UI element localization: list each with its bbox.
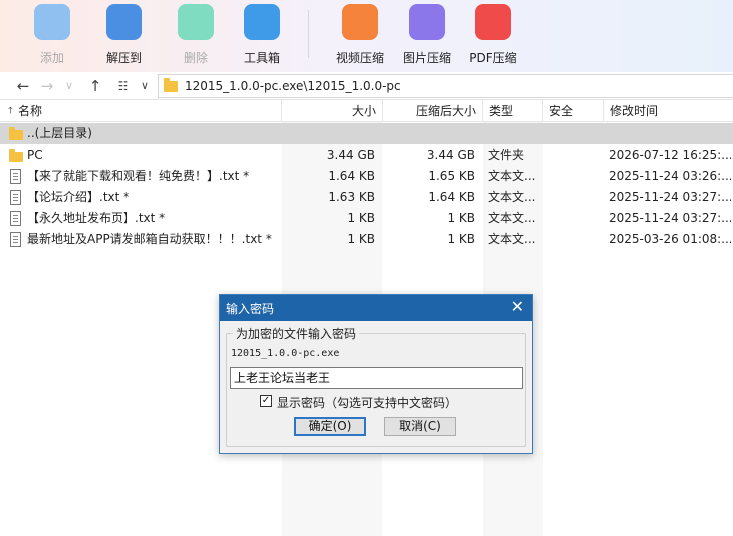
text-file-icon [10,169,21,184]
path-text: 12015_1.0.0-pc.exe\12015_1.0.0-pc [185,79,401,93]
file-packed-size: 1.65 KB [428,169,475,183]
file-modified: 2026-07-12 16:25:... [609,148,731,162]
toolbar-separator [308,10,309,58]
forward-arrow-icon[interactable]: → [38,76,56,96]
add-button[interactable]: 添加 [18,0,86,72]
file-packed-size: 3.44 GB [426,148,475,162]
table-row[interactable]: 【来了就能下载和观看！纯免费！】.txt * 1.64 KB 1.65 KB 文… [0,166,733,187]
image-compress-button[interactable]: 图片压缩 [393,0,461,72]
file-type: 文本文... [488,232,536,246]
video-compress-button[interactable]: 视频压缩 [326,0,394,72]
file-modified: 2025-11-24 03:27:... [609,190,731,204]
file-size: 1.64 KB [328,169,375,183]
table-row[interactable]: 【永久地址发布页】.txt * 1 KB 1 KB 文本文... 2025-11… [0,208,733,229]
image-compress-icon [409,4,445,40]
video-compress-icon [342,4,378,40]
table-row[interactable]: PC 3.44 GB 3.44 GB 文件夹 2026-07-12 16:25:… [0,145,733,166]
file-packed-size: 1.64 KB [428,190,475,204]
file-modified: 2025-11-24 03:26:... [609,169,731,183]
file-name: 【永久地址发布页】.txt * [27,211,166,225]
back-arrow-icon[interactable]: ← [14,76,32,96]
show-password-label[interactable]: 显示密码（勾选可支持中文密码） [277,394,457,411]
view-mode-icon[interactable]: ☷ [114,76,132,96]
dialog-title-bar[interactable]: 输入密码 ✕ [220,295,532,321]
file-name: 【论坛介绍】.txt * [27,190,130,204]
file-name: 【来了就能下载和观看！纯免费！】.txt * [27,169,250,183]
file-name: ..(上层目录) [27,126,92,140]
archive-filename: 12015_1.0.0-pc.exe [231,348,340,359]
extract-icon [106,4,142,40]
col-modified-header[interactable]: 修改时间 [604,100,733,122]
folder-icon [9,127,23,140]
dialog-title: 输入密码 [226,302,275,316]
view-dropdown-icon[interactable]: ∨ [136,76,154,96]
cancel-button[interactable]: 取消(C) [384,417,456,436]
folder-icon [9,149,23,162]
file-modified: 2025-11-24 03:27:... [609,211,731,225]
parent-dir-row[interactable]: ..(上层目录) [0,123,733,144]
file-packed-size: 1 KB [447,211,475,225]
col-size-header[interactable]: 大小 [282,100,383,122]
history-dropdown-icon[interactable]: ∨ [60,76,78,96]
path-field[interactable]: 12015_1.0.0-pc.exe\12015_1.0.0-pc [158,74,733,98]
file-packed-size: 1 KB [447,232,475,246]
table-row[interactable]: 【论坛介绍】.txt * 1.63 KB 1.64 KB 文本文... 2025… [0,187,733,208]
file-size: 1 KB [347,232,375,246]
sort-arrow-icon: 🡑 [8,106,13,116]
file-type: 文本文... [488,190,536,204]
file-type: 文件夹 [488,148,525,162]
text-file-icon [10,190,21,205]
toolbar: 添加 解压到 删除 工具箱 视频压缩 图片压缩 PDF压缩 [0,0,733,72]
file-name: PC [27,148,43,162]
col-name-header[interactable]: 🡑 名称 [0,100,282,122]
file-name: 最新地址及APP请发邮箱自动获取！！！.txt * [27,232,272,246]
col-packed-header[interactable]: 压缩后大小 [383,100,483,122]
up-arrow-icon[interactable]: ↑ [86,76,104,96]
extract-to-button[interactable]: 解压到 [90,0,158,72]
col-security-header[interactable]: 安全 [543,100,604,122]
group-label: 为加密的文件输入密码 [233,325,360,342]
file-modified: 2025-03-26 01:08:... [609,232,731,246]
folder-icon [164,78,178,92]
file-size: 1 KB [347,211,375,225]
recycle-bin-icon [178,4,214,40]
password-dialog: 输入密码 ✕ 为加密的文件输入密码 12015_1.0.0-pc.exe 上老王… [219,294,533,454]
pdf-compress-icon [475,4,511,40]
add-archive-icon [34,4,70,40]
file-size: 3.44 GB [326,148,375,162]
column-header: 🡑 名称 大小 压缩后大小 类型 安全 修改时间 [0,100,733,122]
file-size: 1.63 KB [328,190,375,204]
table-row[interactable]: 最新地址及APP请发邮箱自动获取！！！.txt * 1 KB 1 KB 文本文.… [0,229,733,250]
close-icon[interactable]: ✕ [511,298,524,316]
col-type-header[interactable]: 类型 [483,100,543,122]
toolbox-button[interactable]: 工具箱 [228,0,296,72]
address-bar: ← → ∨ ↑ ☷ ∨ 12015_1.0.0-pc.exe\12015_1.0… [0,72,733,100]
pdf-compress-button[interactable]: PDF压缩 [459,0,527,72]
delete-button[interactable]: 删除 [162,0,230,72]
show-password-checkbox[interactable]: ✓ [260,395,272,407]
ok-button[interactable]: 确定(O) [294,417,366,436]
password-input[interactable]: 上老王论坛当老王 [230,367,523,389]
file-type: 文本文... [488,211,536,225]
text-file-icon [10,232,21,247]
file-type: 文本文... [488,169,536,183]
toolbox-icon [244,4,280,40]
text-file-icon [10,211,21,226]
